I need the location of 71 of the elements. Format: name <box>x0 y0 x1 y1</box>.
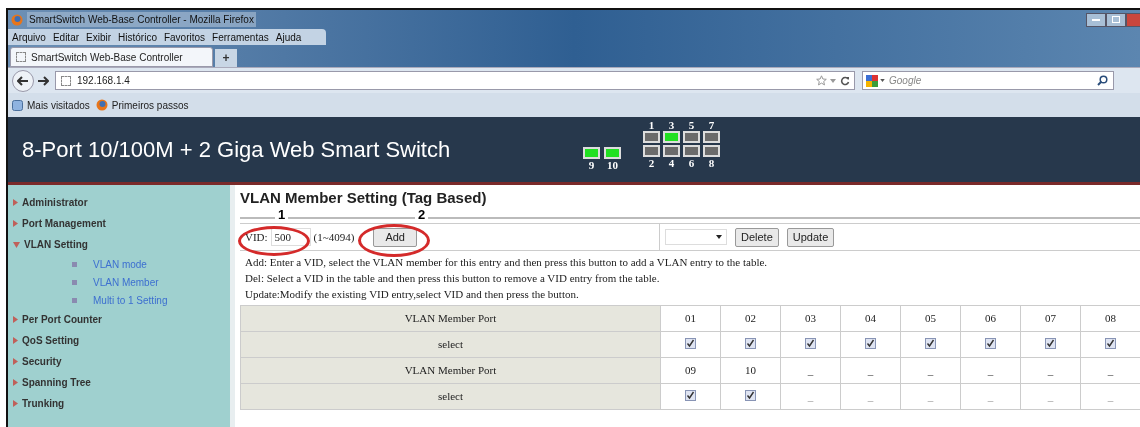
menu-item[interactable]: Exibir <box>86 29 112 45</box>
sidebar-item[interactable]: QoS Setting <box>8 330 230 351</box>
menu-item[interactable]: Favoritos <box>163 29 206 45</box>
table-cell: 08 <box>1080 305 1140 332</box>
table-cell: 01 <box>660 305 721 332</box>
table-cell: 04 <box>840 305 901 332</box>
url-text: 192.168.1.4 <box>77 74 130 88</box>
port-number: 1 <box>647 119 656 131</box>
banner-title: 8-Port 10/100M + 2 Giga Web Smart Switch <box>22 136 451 164</box>
table-cell: _ <box>840 357 901 384</box>
bookmark-link[interactable]: Mais visitados <box>27 97 90 113</box>
annotation-number: 1 <box>275 208 289 221</box>
browser-tab[interactable]: SmartSwitch Web-Base Controller <box>10 47 213 67</box>
help-text: Add: Enter a VID, select the VLAN member for this entry and then press this button to add a VLAN entry to the table. <box>245 255 769 270</box>
page-heading: VLAN Member Setting (Tag Based) <box>240 189 488 207</box>
menu-item[interactable]: Arquivo <box>12 29 46 45</box>
sidebar-item[interactable]: Security <box>8 351 230 372</box>
sidebar-item[interactable]: Spanning Tree <box>8 372 230 393</box>
table-cell: _ <box>1020 383 1081 410</box>
search-field[interactable]: Google <box>862 71 1114 90</box>
table-cell: 06 <box>960 305 1021 332</box>
table-cell: _ <box>780 357 841 384</box>
port-number: 5 <box>687 119 696 131</box>
port-number: 4 <box>667 157 676 169</box>
update-button[interactable]: Update <box>786 227 835 247</box>
row-header: select <box>240 383 661 410</box>
menu-item[interactable]: Ajuda <box>275 29 302 45</box>
new-tab-button[interactable]: + <box>215 49 237 67</box>
menu-item[interactable]: Histórico <box>118 29 157 45</box>
table-cell: 05 <box>900 305 961 332</box>
vid-input[interactable]: 500 <box>270 228 311 246</box>
bookmark-link[interactable]: Primeiros passos <box>111 97 189 113</box>
annotation-number: 2 <box>415 208 429 221</box>
sidebar-item[interactable]: Administrator <box>8 192 230 213</box>
table-cell: _ <box>960 357 1021 384</box>
table-cell: 07 <box>1020 305 1081 332</box>
table-cell: 03 <box>780 305 841 332</box>
search-input[interactable]: Google <box>889 73 1089 88</box>
vid-range-text: (1~4094) <box>313 229 355 245</box>
table-cell: _ <box>960 383 1021 410</box>
sidebar-item[interactable]: Trunking <box>8 393 230 414</box>
table-cell: _ <box>1020 357 1081 384</box>
help-text: Update:Modify the existing VID entry,select VID and then press the button. <box>245 287 580 302</box>
row-header: select <box>240 331 661 358</box>
sidebar-item[interactable]: Per Port Counter <box>8 309 230 330</box>
sidebar-item[interactable]: VLAN Setting <box>8 234 230 255</box>
window-title: SmartSwitch Web-Base Controller - Mozilla Firefox <box>27 12 256 27</box>
port-number: 6 <box>687 157 696 169</box>
help-text: Del: Select a VID in the table and then press this button to remove a VID entry from the table. <box>245 271 661 286</box>
port-number: 10 <box>606 159 619 171</box>
port-number: 8 <box>707 157 716 169</box>
menu-item[interactable]: Editar <box>52 29 80 45</box>
table-cell: _ <box>840 383 901 410</box>
sidebar-item[interactable]: Port Management <box>8 213 230 234</box>
vid-label: VID: <box>245 229 268 245</box>
delete-button[interactable]: Delete <box>735 227 779 247</box>
port-number: 2 <box>647 157 656 169</box>
port-number: 7 <box>707 119 716 131</box>
table-cell: 10 <box>720 357 781 384</box>
add-button[interactable]: Add <box>373 227 417 247</box>
address-bar[interactable]: 192.168.1.4 <box>55 71 855 90</box>
row-header: VLAN Member Port <box>240 357 661 384</box>
menu-item[interactable]: Ferramentas <box>212 29 269 45</box>
table-cell: 02 <box>720 305 781 332</box>
table-cell: _ <box>900 383 961 410</box>
table-cell: _ <box>900 357 961 384</box>
table-cell: _ <box>780 383 841 410</box>
port-number: 3 <box>667 119 676 131</box>
table-cell: 09 <box>660 357 721 384</box>
row-header: VLAN Member Port <box>240 305 661 332</box>
port-number: 9 <box>587 159 596 171</box>
